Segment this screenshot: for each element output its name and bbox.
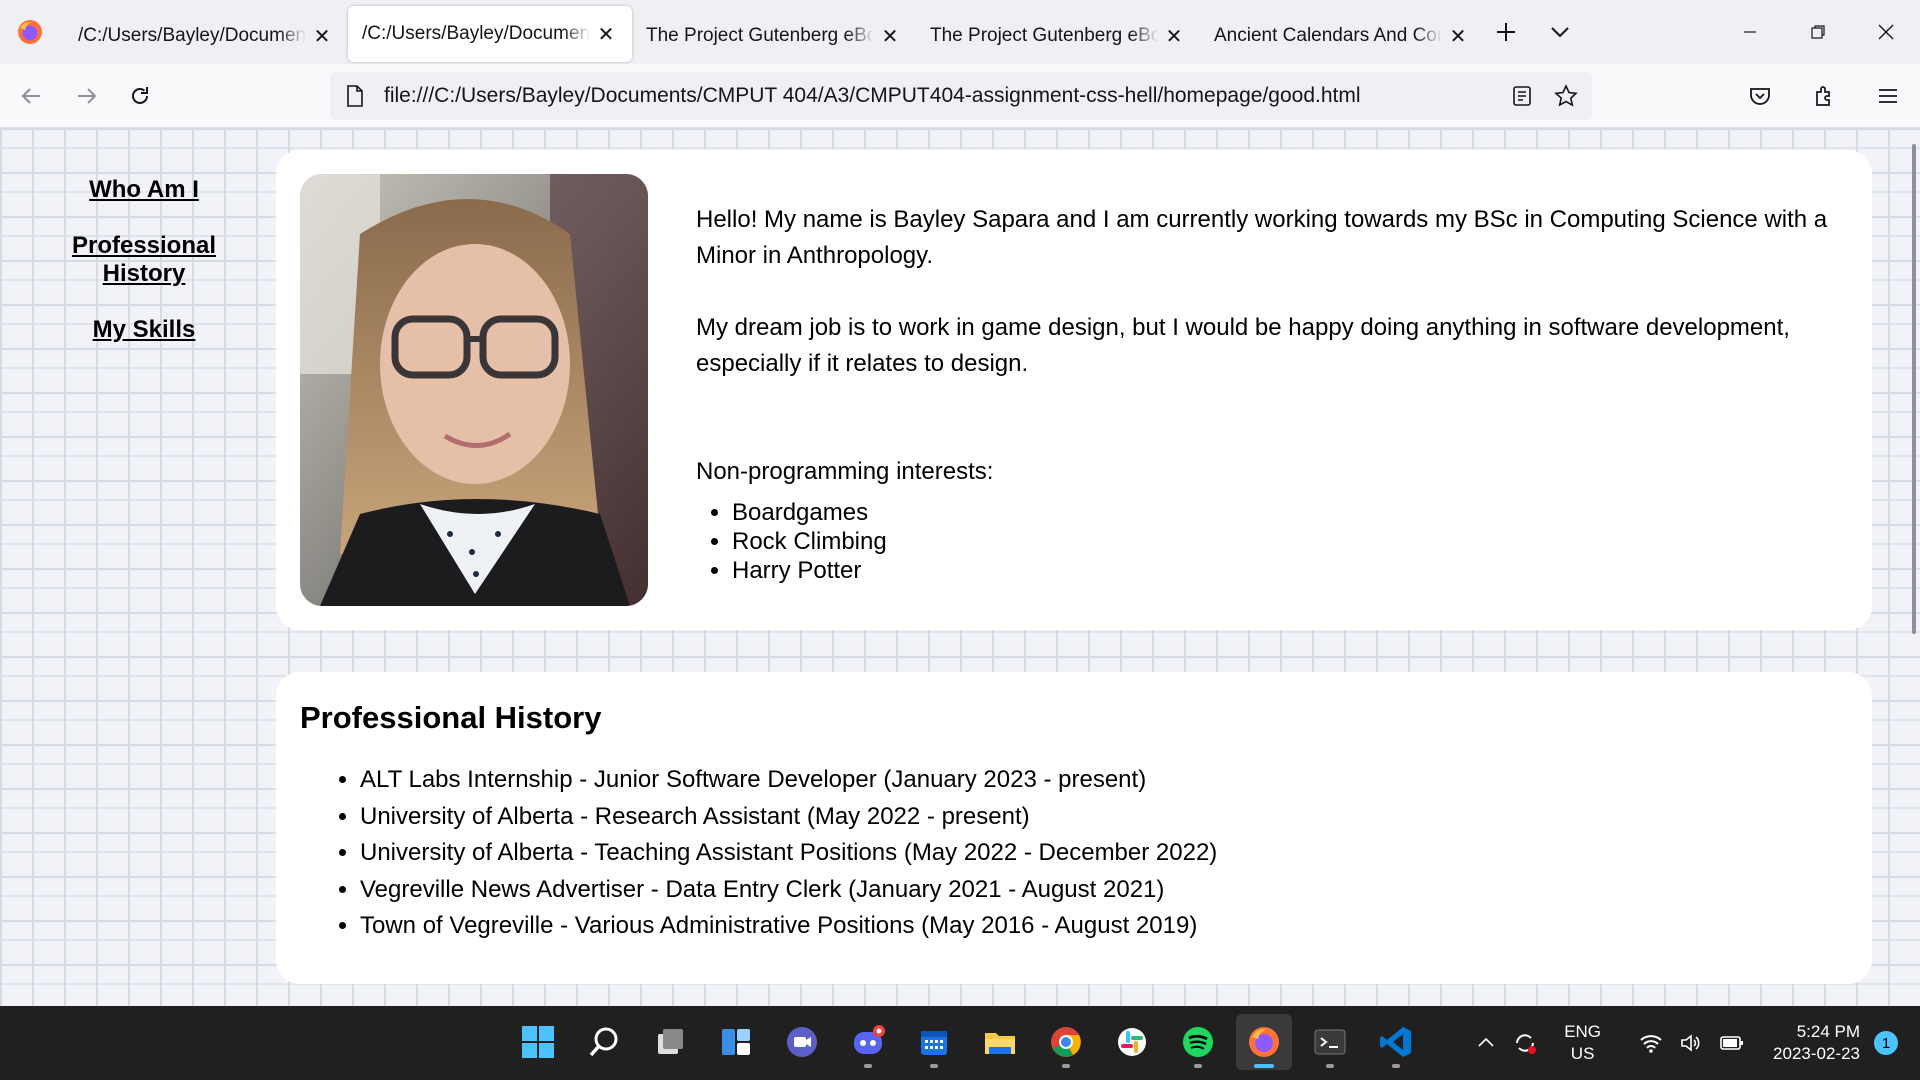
nav-link-who-am-i[interactable]: Who Am I: [40, 176, 248, 204]
task-view-icon[interactable]: [642, 1014, 698, 1070]
tab-close-icon[interactable]: ✕: [1162, 24, 1186, 48]
close-window-icon[interactable]: [1852, 0, 1920, 64]
tab-label: /C:/Users/Bayley/Documents/CMPUT 404: [78, 25, 306, 46]
tab-5[interactable]: Ancient Calendars And Constellations ✕: [1200, 8, 1484, 64]
time: 5:24 PM: [1796, 1022, 1860, 1041]
profile-photo: [300, 174, 648, 606]
about-card: Hello! My name is Bayley Sapara and I am…: [276, 150, 1872, 630]
tab-label: /C:/Users/Bayley/Documents/CMPUT 404: [362, 23, 590, 44]
restore-icon[interactable]: [1784, 0, 1852, 64]
notification-badge[interactable]: 1: [1874, 1031, 1898, 1055]
tab-close-icon[interactable]: ✕: [878, 24, 902, 48]
tab-4[interactable]: The Project Gutenberg eBook of ✕: [916, 8, 1200, 64]
list-item: Vegreville News Advertiser - Data Entry …: [360, 872, 1217, 909]
language-indicator[interactable]: ENG US: [1564, 1021, 1601, 1065]
navigation-toolbar: file:///C:/Users/Bayley/Documents/CMPUT …: [0, 64, 1920, 128]
chevron-up-icon[interactable]: [1476, 1033, 1496, 1053]
running-indicator: [1194, 1064, 1202, 1068]
tab-2-active[interactable]: /C:/Users/Bayley/Documents/CMPUT 404 ✕: [348, 6, 632, 62]
reader-view-icon[interactable]: [1506, 74, 1538, 118]
running-indicator: [864, 1064, 872, 1068]
address-bar[interactable]: file:///C:/Users/Bayley/Documents/CMPUT …: [330, 72, 1592, 120]
page-file-icon[interactable]: [342, 83, 368, 109]
window-controls: [1716, 0, 1920, 64]
forward-arrow-icon[interactable]: [64, 74, 108, 118]
file-explorer-icon[interactable]: [972, 1014, 1028, 1070]
tab-label: The Project Gutenberg eBook of: [646, 25, 874, 46]
back-arrow-icon[interactable]: [10, 74, 54, 118]
system-tray: ENG US 5:24 PM 2023-02-23 1: [1468, 1006, 1920, 1080]
volume-icon[interactable]: [1679, 1032, 1703, 1054]
dream-job-paragraph: My dream job is to work in game design, …: [696, 314, 1790, 377]
list-item: Boardgames: [732, 498, 1836, 527]
nav-link-professional-history[interactable]: Professional History: [64, 232, 224, 288]
slack-icon[interactable]: [1104, 1014, 1160, 1070]
list-item: Town of Vegreville - Various Administrat…: [360, 908, 1217, 945]
page-viewport: Who Am I Professional History My Skills: [0, 128, 1920, 1006]
tab-label: Ancient Calendars And Constellations: [1214, 25, 1442, 46]
new-tab-plus-icon[interactable]: [1484, 10, 1528, 54]
region-code: US: [1570, 1044, 1595, 1063]
list-item: Harry Potter: [732, 556, 1836, 585]
list-item: University of Alberta - Teaching Assista…: [360, 835, 1217, 872]
interests-label: Non-programming interests:: [696, 458, 994, 485]
language-code: ENG: [1564, 1022, 1602, 1041]
running-indicator: [1254, 1064, 1274, 1068]
tab-1[interactable]: /C:/Users/Bayley/Documents/CMPUT 404 ✕: [64, 8, 348, 64]
page-scrollbar[interactable]: [1904, 128, 1920, 1006]
nav-link-my-skills[interactable]: My Skills: [40, 316, 248, 344]
url-text[interactable]: file:///C:/Users/Bayley/Documents/CMPUT …: [384, 84, 1361, 108]
widgets-icon[interactable]: [708, 1014, 764, 1070]
search-icon[interactable]: [576, 1014, 632, 1070]
tab-3[interactable]: The Project Gutenberg eBook of ✕: [632, 8, 916, 64]
history-list: ALT Labs Internship - Junior Software De…: [360, 762, 1217, 945]
teams-chat-icon[interactable]: [774, 1014, 830, 1070]
sync-icon[interactable]: [1512, 1030, 1538, 1056]
list-item: University of Alberta - Research Assista…: [360, 799, 1217, 836]
calendar-icon[interactable]: [906, 1014, 962, 1070]
side-navigation: Who Am I Professional History My Skills: [40, 176, 248, 372]
chrome-icon[interactable]: [1038, 1014, 1094, 1070]
intro-paragraph: Hello! My name is Bayley Sapara and I am…: [696, 206, 1828, 269]
about-text: Hello! My name is Bayley Sapara and I am…: [696, 202, 1836, 585]
clock[interactable]: 5:24 PM 2023-02-23: [1773, 1021, 1860, 1065]
running-indicator: [1392, 1064, 1400, 1068]
tab-close-icon[interactable]: ✕: [310, 24, 334, 48]
reload-icon[interactable]: [118, 74, 162, 118]
interests-list: Boardgames Rock Climbing Harry Potter: [696, 498, 1836, 585]
vscode-icon[interactable]: [1368, 1014, 1424, 1070]
windows-start-icon[interactable]: [510, 1014, 566, 1070]
hamburger-menu-icon[interactable]: [1866, 74, 1910, 118]
running-indicator: [1326, 1064, 1334, 1068]
pocket-icon[interactable]: [1738, 74, 1782, 118]
minimize-icon[interactable]: [1716, 0, 1784, 64]
bookmark-star-icon[interactable]: [1550, 74, 1582, 118]
tab-strip: /C:/Users/Bayley/Documents/CMPUT 404 ✕ /…: [0, 0, 1920, 64]
address-bar-actions: [1506, 72, 1582, 120]
professional-history-card: Professional History ALT Labs Internship…: [276, 672, 1872, 984]
running-indicator: [930, 1064, 938, 1068]
toolbar-right: [1728, 74, 1910, 118]
tab-close-icon[interactable]: ✕: [594, 22, 618, 46]
tab-close-icon[interactable]: ✕: [1446, 24, 1470, 48]
running-indicator: [1062, 1064, 1070, 1068]
scrollbar-thumb[interactable]: [1912, 144, 1916, 634]
section-heading: Professional History: [300, 700, 602, 735]
terminal-icon[interactable]: [1302, 1014, 1358, 1070]
wifi-icon[interactable]: [1639, 1032, 1663, 1054]
firefox-icon[interactable]: [1236, 1014, 1292, 1070]
extensions-puzzle-icon[interactable]: [1802, 74, 1846, 118]
spotify-icon[interactable]: [1170, 1014, 1226, 1070]
taskbar-apps: [510, 1014, 1424, 1070]
firefox-menu-icon[interactable]: [16, 18, 44, 46]
list-all-tabs-chevron-down-icon[interactable]: [1538, 10, 1582, 54]
list-item: ALT Labs Internship - Junior Software De…: [360, 762, 1217, 799]
list-item: Rock Climbing: [732, 527, 1836, 556]
discord-icon[interactable]: [840, 1014, 896, 1070]
tab-label: The Project Gutenberg eBook of: [930, 25, 1158, 46]
date: 2023-02-23: [1773, 1044, 1860, 1063]
taskbar: ENG US 5:24 PM 2023-02-23 1: [0, 1006, 1920, 1080]
battery-icon[interactable]: [1719, 1033, 1745, 1053]
